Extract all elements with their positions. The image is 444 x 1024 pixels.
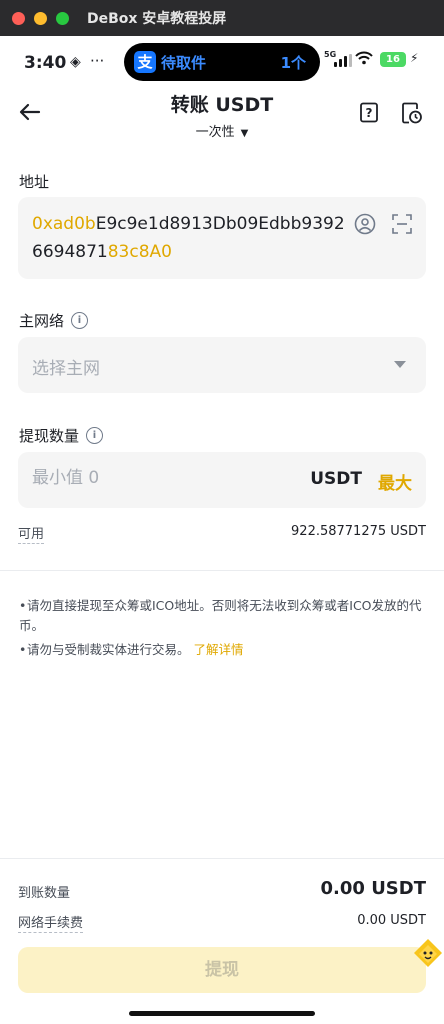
minimize-window-button[interactable] <box>34 11 47 25</box>
transfer-mode-label: 一次性 <box>195 125 235 140</box>
notice-sanctions: •请勿与受制裁实体进行交易。 了解详情 <box>19 640 427 660</box>
address-field[interactable]: 0xad0bE9c9e1d8913Db09Edbb9392669487183c8… <box>18 197 426 279</box>
address-prefix: 0xad0b <box>32 214 96 234</box>
location-icon: ◈ <box>70 54 81 70</box>
page-header: 转账 USDT 一次性 ▼ ? <box>0 88 444 150</box>
amount-label: 提现数量 i <box>19 425 104 446</box>
scan-icon[interactable] <box>391 213 413 235</box>
receive-amount-value: 0.00 USDT <box>320 878 426 899</box>
available-value: 922.58771275 USDT <box>291 524 426 539</box>
status-bar: 3:40 ◈ ··· 支 待取件 1个 5G 16 ⚡ <box>0 36 444 88</box>
address-book-icon[interactable] <box>354 213 376 235</box>
island-count: 1个 <box>280 54 306 72</box>
close-window-button[interactable] <box>12 11 25 25</box>
mascot-helper-icon[interactable] <box>406 937 444 981</box>
divider <box>0 858 444 859</box>
window-titlebar: DeBox 安卓教程投屏 <box>0 0 444 36</box>
bullet: • <box>19 642 27 657</box>
wifi-icon <box>355 51 373 69</box>
network-fee-value: 0.00 USDT <box>357 913 426 928</box>
info-icon[interactable]: i <box>71 312 89 329</box>
dynamic-island[interactable]: 支 待取件 1个 <box>124 43 320 81</box>
battery-icon: 16 <box>380 52 406 67</box>
caret-down-icon: ▼ <box>240 128 249 139</box>
max-button[interactable]: 最大 <box>378 469 412 494</box>
network-fee-label: 网络手续费 <box>18 912 84 933</box>
alipay-icon: 支 <box>134 51 156 73</box>
amount-unit: USDT <box>310 469 362 489</box>
network-select[interactable]: 选择主网 <box>18 337 426 393</box>
address-suffix: 83c8A0 <box>107 242 172 262</box>
window-title: DeBox 安卓教程投屏 <box>87 11 227 27</box>
home-indicator[interactable] <box>129 1011 315 1016</box>
amount-label-text: 提现数量 <box>19 427 80 445</box>
zoom-window-button[interactable] <box>56 11 69 25</box>
notice-sanctions-text: 请勿与受制裁实体进行交易。 <box>27 642 190 657</box>
divider <box>0 570 444 571</box>
history-record-icon[interactable] <box>401 102 423 124</box>
help-book-icon[interactable]: ? <box>359 102 379 124</box>
withdraw-button[interactable]: 提现 <box>18 947 426 993</box>
notice-ico: •请勿直接提现至众筹或ICO地址。否则将无法收到众筹或者ICO发放的代币。 <box>19 596 427 636</box>
network-placeholder: 选择主网 <box>32 359 100 379</box>
available-label: 可用 <box>18 523 45 544</box>
dropdown-arrow-icon <box>394 361 406 368</box>
address-value: 0xad0bE9c9e1d8913Db09Edbb9392669487183c8… <box>32 210 352 266</box>
notice-ico-text: 请勿直接提现至众筹或ICO地址。否则将无法收到众筹或者ICO发放的代币。 <box>19 598 422 633</box>
svg-text:?: ? <box>366 106 373 120</box>
bullet: • <box>19 598 27 613</box>
amount-input[interactable] <box>32 468 282 488</box>
address-label-text: 地址 <box>19 173 50 191</box>
status-time: 3:40 <box>24 53 67 73</box>
status-more-dots: ··· <box>90 52 105 70</box>
network-label: 主网络 i <box>19 310 89 331</box>
info-icon[interactable]: i <box>86 427 104 444</box>
learn-more-link[interactable]: 了解详情 <box>194 642 244 657</box>
charging-icon: ⚡ <box>410 51 419 65</box>
amount-field: USDT 最大 <box>18 452 426 508</box>
signal-icon <box>334 54 352 67</box>
network-label-text: 主网络 <box>19 312 65 330</box>
island-text: 待取件 <box>161 54 207 72</box>
receive-amount-label: 到账数量 <box>18 886 71 901</box>
address-label: 地址 <box>19 171 49 192</box>
